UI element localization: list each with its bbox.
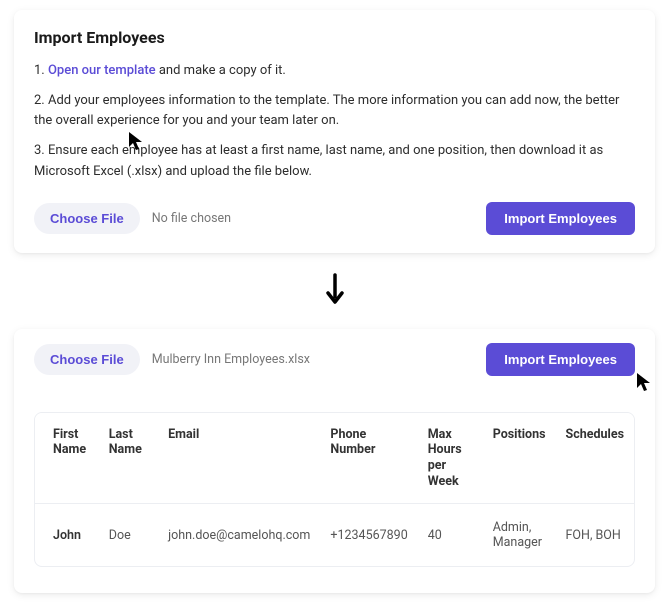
arrow-down-icon bbox=[10, 273, 659, 309]
choose-file-button[interactable]: Choose File bbox=[34, 344, 140, 375]
instructions: 1. Open our template and make a copy of … bbox=[34, 61, 635, 182]
col-last-name: Last Name bbox=[99, 413, 158, 504]
employees-preview-table: First Name Last Name Email Phone Number … bbox=[34, 412, 635, 568]
col-positions: Positions bbox=[483, 413, 556, 504]
actions-row: Choose File No file chosen Import Employ… bbox=[34, 202, 635, 235]
import-employees-result-card: Choose File Mulberry Inn Employees.xlsx … bbox=[14, 329, 655, 594]
cursor-icon bbox=[636, 372, 654, 398]
choose-file-button[interactable]: Choose File bbox=[34, 203, 140, 234]
actions-row: Choose File Mulberry Inn Employees.xlsx … bbox=[34, 343, 635, 376]
step-1-suffix: and make a copy of it. bbox=[156, 63, 286, 78]
col-phone: Phone Number bbox=[320, 413, 417, 504]
card-title: Import Employees bbox=[34, 28, 635, 47]
col-first-name: First Name bbox=[35, 413, 99, 504]
step-3: 3. Ensure each employee has at least a f… bbox=[34, 141, 635, 181]
col-schedules: Schedules bbox=[556, 413, 634, 504]
file-group: Choose File Mulberry Inn Employees.xlsx bbox=[34, 344, 310, 375]
file-status-label: No file chosen bbox=[152, 211, 231, 226]
col-email: Email bbox=[158, 413, 320, 504]
step-1-prefix: 1. bbox=[34, 63, 48, 78]
import-employees-button[interactable]: Import Employees bbox=[486, 343, 635, 376]
open-template-link[interactable]: Open our template bbox=[48, 63, 156, 78]
import-employees-card: Import Employees 1. Open our template an… bbox=[14, 10, 655, 253]
step-1: 1. Open our template and make a copy of … bbox=[34, 61, 635, 81]
step-2: 2. Add your employees information to the… bbox=[34, 91, 635, 131]
file-name-label: Mulberry Inn Employees.xlsx bbox=[152, 352, 310, 367]
file-group: Choose File No file chosen bbox=[34, 203, 231, 234]
col-max-hours: Max Hours per Week bbox=[418, 413, 483, 504]
import-employees-button[interactable]: Import Employees bbox=[486, 202, 635, 235]
table-header-row: First Name Last Name Email Phone Number … bbox=[35, 413, 634, 504]
